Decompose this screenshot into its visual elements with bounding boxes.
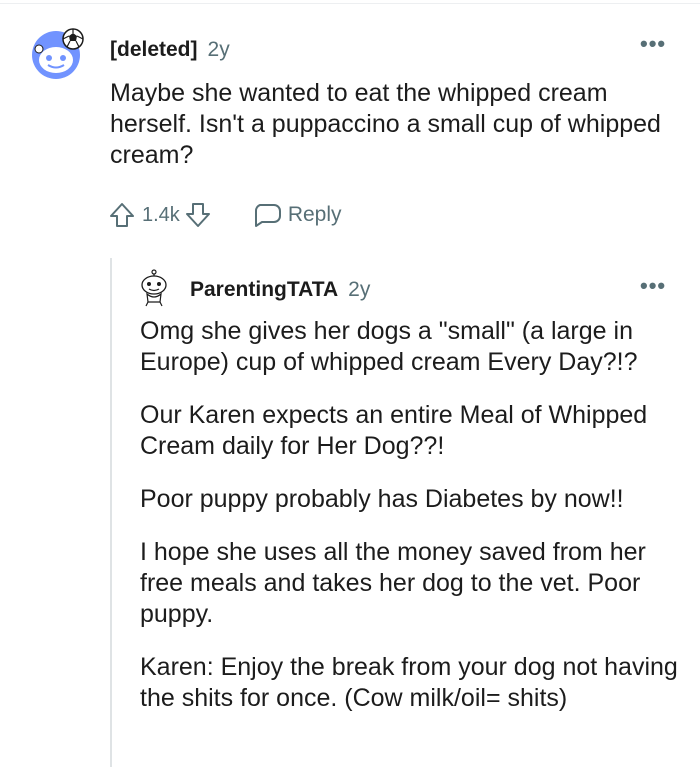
snoo-avatar-icon[interactable] [30,25,86,81]
more-options-icon[interactable]: ••• [640,275,666,297]
comment-timestamp: 2y [207,38,230,61]
comment-body: Maybe she wanted to eat the whipped crea… [110,79,661,169]
reply-paragraph: Omg she gives her dogs a "small" (a larg… [140,317,638,376]
reply-bubble-icon [252,201,281,229]
reply-paragraph: Our Karen expects an entire Meal of Whip… [140,401,648,460]
reply-meta: ParentingTATA 2y [190,278,370,302]
snoo-avatar-icon[interactable] [136,268,176,308]
reply-paragraph: Karen: Enjoy the break from your dog not… [140,653,678,712]
reply-label: Reply [287,203,342,226]
reply-timestamp: 2y [348,278,371,301]
comment-actions: 1.4k Reply [108,198,342,232]
vote-count: 1.4k [142,203,180,226]
reply-paragraph: I hope she uses all the money saved from… [140,538,646,628]
reply-body: Omg she gives her dogs a "small" (a larg… [140,316,685,736]
comment-author[interactable]: [deleted] [110,38,198,62]
downvote-icon[interactable] [184,201,212,229]
reply-button[interactable]: Reply [252,201,342,229]
more-options-icon[interactable]: ••• [640,33,666,55]
comment-meta: [deleted] 2y [110,38,230,62]
upvote-icon[interactable] [108,201,136,229]
reply-paragraph: Poor puppy probably has Diabetes by now!… [140,485,624,513]
thread-line[interactable] [110,258,112,767]
top-divider [0,3,700,4]
reply-author[interactable]: ParentingTATA [190,278,338,302]
